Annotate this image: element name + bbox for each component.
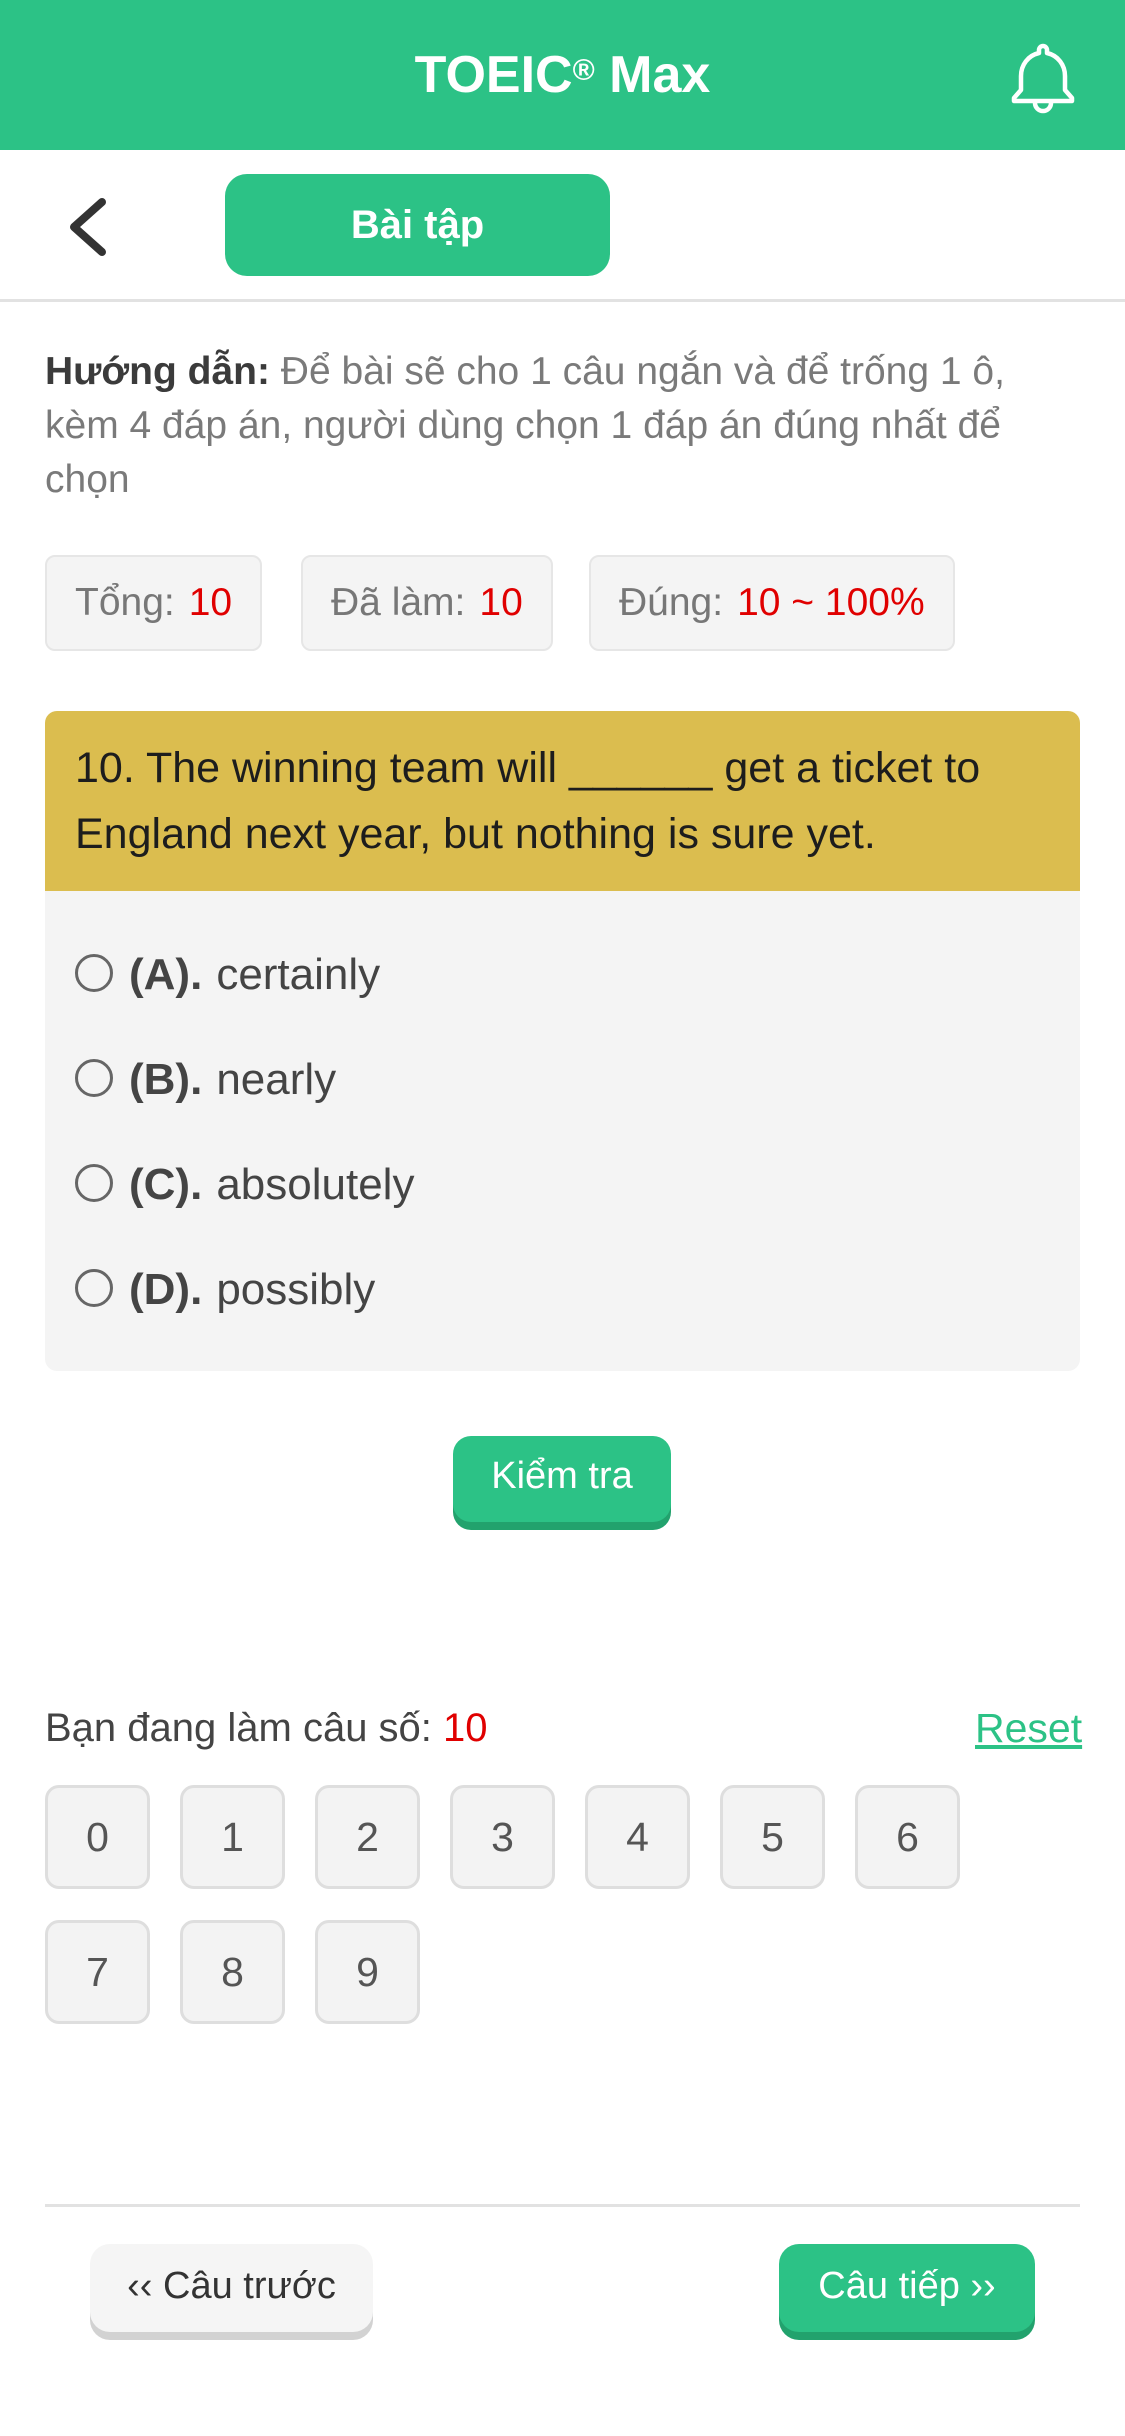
app-title: TOEIC® Max [414, 46, 711, 104]
bell-icon[interactable] [1008, 40, 1078, 114]
option-c[interactable]: (C). absolutely [75, 1150, 414, 1220]
stat-total-value: 10 [188, 581, 233, 624]
stat-done-value: 10 [479, 581, 523, 624]
question-number-button[interactable]: 7 [45, 1920, 150, 2024]
option-a[interactable]: (A). certainly [75, 940, 380, 1010]
divider [45, 2204, 1080, 2207]
question-number-button[interactable]: 2 [315, 1785, 420, 1889]
question-number-button[interactable]: 0 [45, 1785, 150, 1889]
radio-icon[interactable] [75, 954, 113, 993]
instructions: Hướng dẫn: Để bài sẽ cho 1 câu ngắn và đ… [45, 345, 1080, 507]
current-question-number: 10 [443, 1706, 488, 1750]
question-number-button[interactable]: 8 [180, 1920, 285, 2024]
question-number-button[interactable]: 6 [855, 1785, 960, 1889]
question-number-button[interactable]: 9 [315, 1920, 420, 2024]
stat-done: Đã làm: 10 [301, 555, 553, 651]
current-question-indicator: Bạn đang làm câu số: 10 [45, 1706, 488, 1750]
sub-navigation: Bài tập [0, 150, 1125, 302]
option-b[interactable]: (B). nearly [75, 1045, 336, 1115]
radio-icon[interactable] [75, 1164, 113, 1203]
reset-link[interactable]: Reset [975, 1698, 1082, 1758]
stat-correct: Đúng: 10 ~ 100% [589, 555, 955, 651]
stat-correct-value: 10 ~ 100% [737, 581, 925, 624]
app-header: TOEIC® Max [0, 0, 1125, 150]
radio-icon[interactable] [75, 1059, 113, 1098]
question-card: 10. The winning team will ______ get a t… [45, 711, 1080, 1371]
option-d[interactable]: (D). possibly [75, 1255, 375, 1325]
question-number-button[interactable]: 1 [180, 1785, 285, 1889]
instructions-label: Hướng dẫn: [45, 350, 270, 393]
question-text: 10. The winning team will ______ get a t… [45, 711, 1080, 891]
radio-icon[interactable] [75, 1269, 113, 1308]
question-number-button[interactable]: 5 [720, 1785, 825, 1889]
next-question-button[interactable]: Câu tiếp ›› [779, 2244, 1035, 2332]
previous-question-button[interactable]: ‹‹ Câu trước [90, 2244, 373, 2332]
check-button[interactable]: Kiểm tra [453, 1436, 671, 1522]
question-number-button[interactable]: 3 [450, 1785, 555, 1889]
chevron-left-icon[interactable] [60, 194, 120, 260]
tab-exercise[interactable]: Bài tập [225, 174, 610, 276]
registered-mark: ® [572, 54, 595, 87]
question-number-button[interactable]: 4 [585, 1785, 690, 1889]
stat-total: Tổng: 10 [45, 555, 263, 651]
